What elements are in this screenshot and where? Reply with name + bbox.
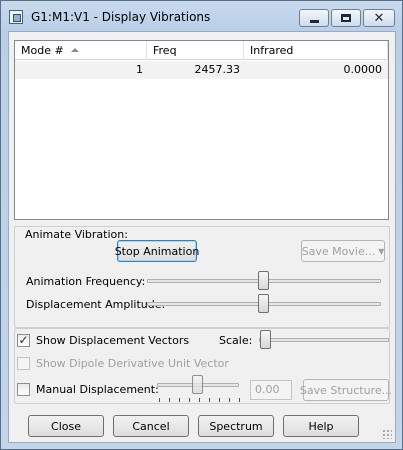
cell-freq: 2457.33: [194, 63, 241, 76]
maximize-button[interactable]: [331, 9, 361, 27]
save-movie-label: Save Movie...: [301, 244, 376, 258]
save-movie-button[interactable]: Save Movie... ▼: [301, 240, 385, 262]
minimize-button[interactable]: [299, 9, 329, 27]
show-displacement-vectors-label: Show Displacement Vectors: [36, 334, 190, 347]
column-label-infrared: Infrared: [250, 44, 294, 57]
cell-mode: 1: [136, 63, 143, 76]
show-dipole-derivative-checkbox[interactable]: [17, 357, 30, 370]
displacement-amplitude-label: Displacement Amplitude:: [26, 298, 166, 311]
dialog-client-area: Mode # Freq Infrared 1 2457.33 0.0000 An…: [8, 31, 396, 443]
manual-displacement-slider-thumb[interactable]: [192, 375, 203, 394]
table-row[interactable]: 1 2457.33 0.0000: [15, 61, 388, 79]
scale-slider-thumb[interactable]: [259, 330, 271, 349]
column-header-infrared[interactable]: Infrared: [244, 41, 388, 60]
manual-displacement-checkbox[interactable]: [17, 383, 30, 396]
close-button[interactable]: Close: [28, 415, 104, 437]
column-header-mode[interactable]: Mode #: [15, 41, 147, 60]
chevron-down-icon: ▼: [378, 246, 385, 256]
scale-slider-track[interactable]: [259, 338, 389, 342]
stop-animation-button[interactable]: Stop Animation: [115, 240, 199, 262]
scale-label: Scale:: [219, 334, 253, 347]
animation-frequency-label: Animation Frequency:: [26, 275, 146, 288]
vibration-mode-list[interactable]: Mode # Freq Infrared 1 2457.33 0.0000: [14, 40, 389, 220]
spectrum-button[interactable]: Spectrum: [198, 415, 274, 437]
minimize-icon: [309, 19, 319, 23]
close-icon: ✕: [373, 10, 385, 26]
maximize-icon: [341, 14, 351, 22]
column-label-freq: Freq: [153, 44, 177, 57]
show-dipole-derivative-label: Show Dipole Derivative Unit Vector: [36, 357, 229, 370]
manual-displacement-slider-ticks: [159, 398, 241, 402]
show-displacement-vectors-checkbox[interactable]: ✓: [17, 334, 30, 347]
cell-infrared: 0.0000: [343, 63, 383, 76]
save-structure-button[interactable]: Save Structure...: [300, 379, 392, 401]
help-button[interactable]: Help: [283, 415, 359, 437]
sort-ascending-icon: [71, 48, 79, 52]
close-window-button[interactable]: ✕: [363, 9, 395, 27]
manual-displacement-value-field[interactable]: 0.00: [250, 380, 292, 400]
manual-displacement-label: Manual Displacement:: [36, 383, 159, 396]
resize-grip-icon[interactable]: [382, 429, 392, 439]
list-header: Mode # Freq Infrared: [15, 41, 388, 60]
cancel-button[interactable]: Cancel: [113, 415, 189, 437]
display-vibrations-window: G1:M1:V1 - Display Vibrations ✕ Mode # F…: [0, 0, 403, 450]
title-bar[interactable]: G1:M1:V1 - Display Vibrations ✕: [1, 1, 402, 31]
displacement-amplitude-slider-thumb[interactable]: [258, 294, 269, 313]
animation-frequency-slider-thumb[interactable]: [258, 271, 269, 290]
column-header-freq[interactable]: Freq: [147, 41, 244, 60]
column-label-mode: Mode #: [21, 44, 64, 57]
gaussview-window-icon: [9, 10, 23, 24]
window-title: G1:M1:V1 - Display Vibrations: [31, 10, 211, 24]
animate-vibration-label: Animate Vibration:: [25, 228, 128, 241]
